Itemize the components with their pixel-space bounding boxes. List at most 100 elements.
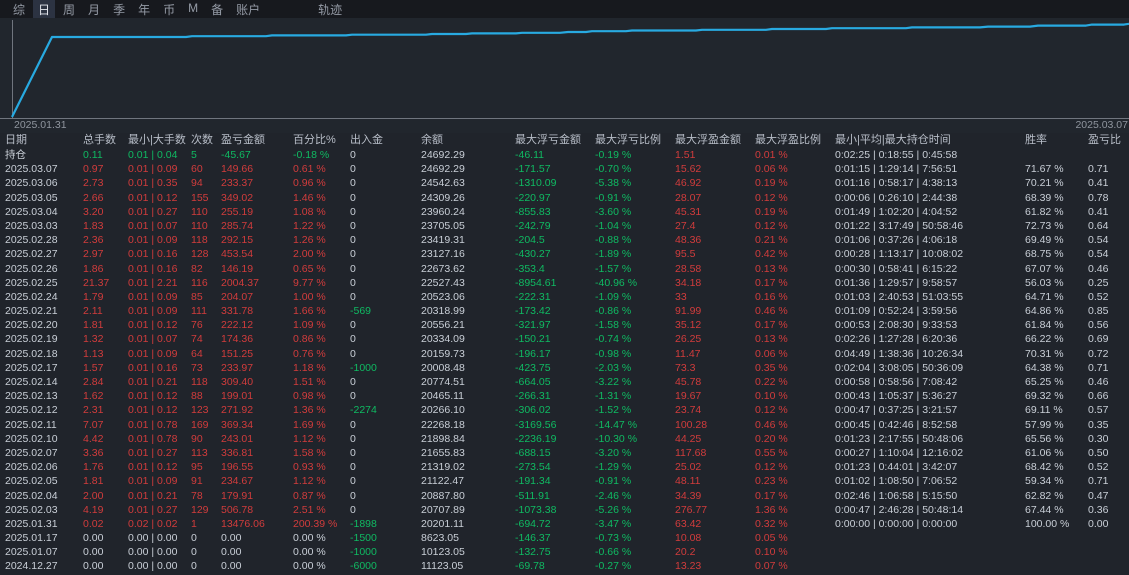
cell-min-max-lots: 0.01 | 0.78 xyxy=(128,432,178,445)
cell-max-float-loss-pct: -10.30 % xyxy=(595,432,638,445)
cell-cash-flow: 0 xyxy=(350,418,356,431)
cell-max-float-loss-pct: -5.38 % xyxy=(595,177,632,190)
table-row[interactable]: 2025.02.13 1.62 0.01 | 0.12 88 199.01 0.98 % 0… xyxy=(0,389,1129,403)
cell-total-lots: 0.00 xyxy=(83,546,104,559)
cell-min-max-lots: 0.01 | 0.35 xyxy=(128,177,178,190)
table-row[interactable]: 2025.02.07 3.36 0.01 | 0.27 113 336.81 1.58 %… xyxy=(0,446,1129,460)
table-row[interactable]: 2025.02.26 1.86 0.01 | 0.16 82 146.19 0.65 % 0… xyxy=(0,262,1129,276)
table-row[interactable]: 2025.01.07 0.00 0.00 | 0.00 0 0.00 0.00 % -100… xyxy=(0,545,1129,559)
table-row[interactable]: 2025.02.28 2.36 0.01 | 0.09 118 292.15 1.26 %… xyxy=(0,233,1129,247)
cell-cash-flow: 0 xyxy=(350,461,356,474)
cell-pl-ratio xyxy=(1083,545,1129,559)
header-pnl-amount[interactable]: 盈亏金额 xyxy=(216,133,288,148)
header-date[interactable]: 日期 xyxy=(0,133,78,148)
table-row[interactable]: 2025.02.06 1.76 0.01 | 0.12 95 196.55 0.93 % 0… xyxy=(0,460,1129,474)
table-row[interactable]: 2025.01.17 0.00 0.00 | 0.00 0 0.00 0.00 % -150… xyxy=(0,531,1129,545)
tab-nian[interactable]: 年 xyxy=(133,0,155,19)
table-row[interactable]: 2025.03.05 2.66 0.01 | 0.12 155 349.02 1.46 %… xyxy=(0,191,1129,205)
table-row[interactable]: 2025.01.31 0.02 0.02 | 0.02 1 13476.06 200.39… xyxy=(0,517,1129,531)
table-row[interactable]: 2025.03.07 0.97 0.01 | 0.09 60 149.66 0.61 % 0… xyxy=(0,162,1129,176)
cell-pl-ratio: 0.64 xyxy=(1088,219,1109,232)
table-row[interactable]: 2025.02.20 1.81 0.01 | 0.12 76 222.12 1.09 % 0… xyxy=(0,318,1129,332)
cell-max-float-loss: -430.27 xyxy=(515,248,551,261)
cell-max-float-profit: 35.12 xyxy=(675,319,702,332)
cell-balance: 21319.02 xyxy=(421,461,465,474)
cell-max-float-profit-pct: 1.36 % xyxy=(755,503,788,516)
cell-max-float-loss-pct: -0.66 % xyxy=(595,546,632,559)
header-holding-time[interactable]: 最小|平均|最大持仓时间 xyxy=(830,133,1020,148)
header-trade-count[interactable]: 次数 xyxy=(186,133,216,148)
tab-bei[interactable]: 备 xyxy=(206,0,228,19)
table-row[interactable]: 2025.02.17 1.57 0.01 | 0.16 73 233.97 1.18 % -… xyxy=(0,361,1129,375)
cell-total-lots: 1.57 xyxy=(83,361,104,374)
header-pl-ratio[interactable]: 盈亏比 xyxy=(1083,133,1129,148)
header-cash-flow[interactable]: 出入金 xyxy=(345,133,416,148)
header-max-float-loss-pct[interactable]: 最大浮亏比例 xyxy=(590,133,670,148)
table-row[interactable]: 2025.02.03 4.19 0.01 | 0.27 129 506.78 2.51 %… xyxy=(0,503,1129,517)
tab-track[interactable]: 轨迹 xyxy=(318,1,342,18)
header-min-max-lots[interactable]: 最小|大手数 xyxy=(123,133,186,148)
header-max-float-loss[interactable]: 最大浮亏金额 xyxy=(510,133,590,148)
cell-max-float-profit-pct: 0.12 % xyxy=(755,191,788,204)
table-row[interactable]: 2025.03.06 2.73 0.01 | 0.35 94 233.37 0.96 % 0… xyxy=(0,176,1129,190)
cell-max-float-loss: -353.4 xyxy=(515,262,545,275)
table-row[interactable]: 2025.02.04 2.00 0.01 | 0.21 78 179.91 0.87 % 0… xyxy=(0,489,1129,503)
table-row[interactable]: 2024.12.27 0.00 0.00 | 0.00 0 0.00 0.00 % -600… xyxy=(0,559,1129,573)
header-max-float-profit[interactable]: 最大浮盈金额 xyxy=(670,133,750,148)
cell-max-float-loss: -132.75 xyxy=(515,546,551,559)
cell-max-float-loss: -146.37 xyxy=(515,532,551,545)
table-row[interactable]: 2025.02.24 1.79 0.01 | 0.09 85 204.07 1.00 % 0… xyxy=(0,290,1129,304)
cell-total-lots: 4.42 xyxy=(83,432,104,445)
cell-pnl-amount: -45.67 xyxy=(221,149,251,161)
position-row[interactable]: 持仓 0.11 0.01 | 0.04 5 -45.67 -0.18 % 0 24692.29… xyxy=(0,148,1129,162)
cell-win-rate: 69.49 % xyxy=(1025,234,1064,247)
tab-ri[interactable]: 日 xyxy=(33,0,56,19)
cell-cash-flow: 0 xyxy=(350,319,356,332)
cell-pnl-percent: -0.18 % xyxy=(293,149,330,161)
cell-trade-count: 0 xyxy=(191,560,197,573)
table-row[interactable]: 2025.02.27 2.97 0.01 | 0.16 128 453.54 2.00 %… xyxy=(0,247,1129,261)
table-row[interactable]: 2025.02.18 1.13 0.01 | 0.09 64 151.25 0.76 % 0… xyxy=(0,347,1129,361)
cell-holding-time: 0:00:47 | 0:37:25 | 3:21:57 xyxy=(835,404,958,417)
cell-win-rate: 70.21 % xyxy=(1025,177,1064,190)
header-win-rate[interactable]: 胜率 xyxy=(1020,133,1083,148)
header-max-float-profit-pct[interactable]: 最大浮盈比例 xyxy=(750,133,830,148)
tab-bi[interactable]: 币 xyxy=(158,0,180,19)
cell-max-float-profit: 45.78 xyxy=(675,376,702,388)
header-pnl-percent[interactable]: 百分比% xyxy=(288,133,345,148)
cell-win-rate xyxy=(1020,559,1083,573)
tab-zhanghu[interactable]: 账户 xyxy=(231,0,265,19)
cell-trade-count: 74 xyxy=(191,333,203,346)
tab-zong[interactable]: 综 xyxy=(8,0,30,19)
tab-ji[interactable]: 季 xyxy=(108,0,130,19)
table-row[interactable]: 2025.02.11 7.07 0.01 | 0.78 169 369.34 1.69 %… xyxy=(0,418,1129,432)
cell-trade-count: 88 xyxy=(191,390,203,403)
tab-yue[interactable]: 月 xyxy=(83,0,105,19)
tab-m[interactable]: M xyxy=(183,0,203,19)
cell-holding-time: 0:02:46 | 1:06:58 | 5:15:50 xyxy=(835,489,958,502)
table-row[interactable]: 2025.02.14 2.84 0.01 | 0.21 118 309.40 1.51 %… xyxy=(0,375,1129,389)
cell-max-float-profit-pct: 0.42 % xyxy=(755,248,788,261)
table-row[interactable]: 2025.02.05 1.81 0.01 | 0.09 91 234.67 1.12 % 0… xyxy=(0,474,1129,488)
cell-date: 2025.02.03 xyxy=(5,503,58,516)
header-balance[interactable]: 余额 xyxy=(416,133,510,148)
table-row[interactable]: 2025.02.25 21.37 0.01 | 2.21 116 2004.37 9.77… xyxy=(0,276,1129,290)
header-total-lots[interactable]: 总手数 xyxy=(78,133,123,148)
table-row[interactable]: 2025.02.21 2.11 0.01 | 0.09 111 331.78 1.66 %… xyxy=(0,304,1129,318)
cell-total-lots: 1.62 xyxy=(83,390,104,403)
cell-max-float-profit-pct: 0.46 % xyxy=(755,305,788,318)
table-row[interactable]: 2025.02.19 1.32 0.01 | 0.07 74 174.36 0.86 % 0… xyxy=(0,332,1129,346)
cell-date: 2025.02.26 xyxy=(5,262,58,275)
table-row[interactable]: 2025.02.10 4.42 0.01 | 0.78 90 243.01 1.12 % 0… xyxy=(0,432,1129,446)
cell-max-float-loss: -3169.56 xyxy=(515,418,557,431)
cell-max-float-profit-pct: 0.13 % xyxy=(755,333,788,346)
cell-max-float-profit: 48.11 xyxy=(675,475,701,488)
cell-pl-ratio: 0.52 xyxy=(1088,461,1109,474)
cell-min-max-lots: 0.01 | 0.27 xyxy=(128,446,178,459)
table-row[interactable]: 2025.02.12 2.31 0.01 | 0.12 123 271.92 1.36 %… xyxy=(0,403,1129,417)
table-row[interactable]: 2025.03.03 1.83 0.01 | 0.07 110 285.74 1.22 %… xyxy=(0,219,1129,233)
tab-zhou[interactable]: 周 xyxy=(58,0,80,19)
table-row[interactable]: 2025.03.04 3.20 0.01 | 0.27 110 255.19 1.08 %… xyxy=(0,205,1129,219)
cell-trade-count: 91 xyxy=(191,475,203,488)
cell-trade-count: 128 xyxy=(191,248,209,261)
